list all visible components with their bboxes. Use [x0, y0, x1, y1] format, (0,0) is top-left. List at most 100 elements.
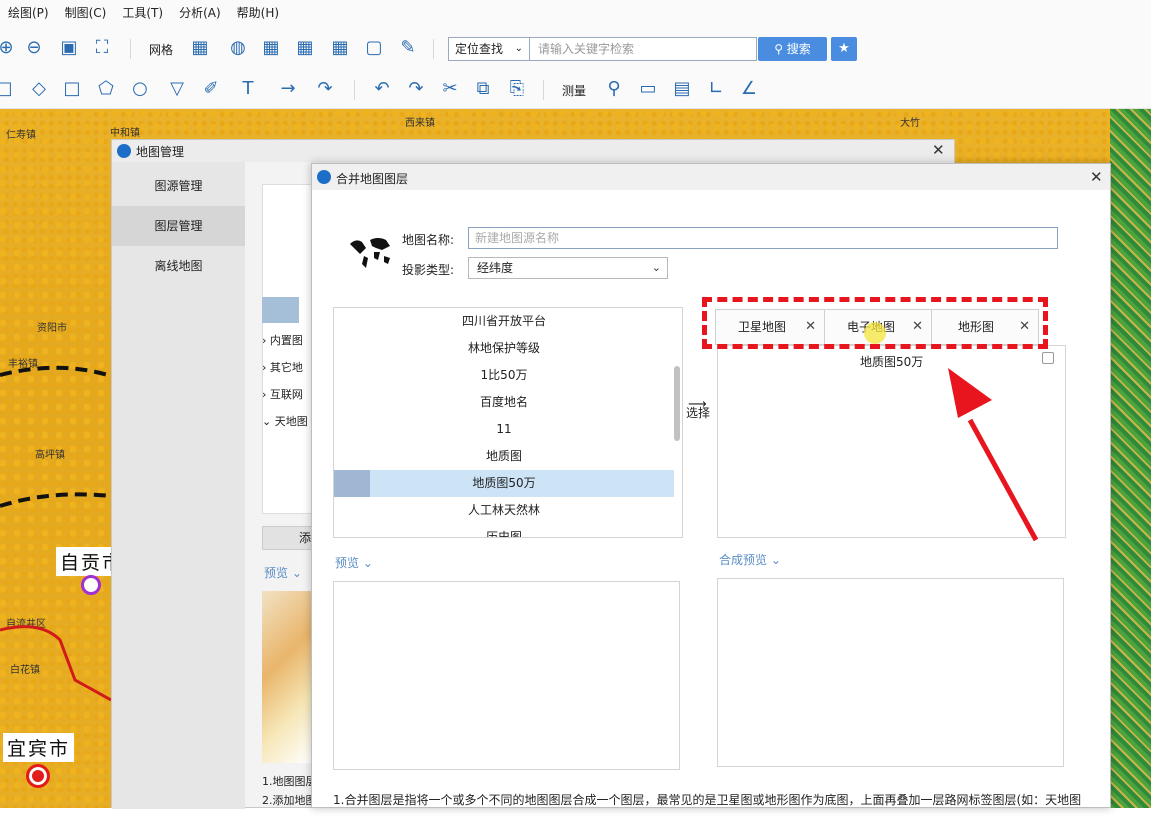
- tree-node-other[interactable]: › 其它地: [262, 359, 303, 375]
- cursor-highlight: [864, 322, 886, 344]
- menu-tools[interactable]: 工具(T): [114, 0, 171, 26]
- mgr-preview-toggle[interactable]: 预览 ⌄: [264, 564, 302, 581]
- sidebar-item-offline[interactable]: 离线地图: [112, 246, 245, 286]
- circle-icon[interactable]: ○: [128, 77, 152, 101]
- measure-area-icon[interactable]: ▤: [670, 77, 694, 101]
- add-button[interactable]: 添: [262, 526, 312, 550]
- city-marker-zigong[interactable]: [81, 575, 101, 595]
- mgrs-grid-icon[interactable]: ▦: [328, 36, 352, 60]
- list-item[interactable]: 百度地名: [334, 389, 674, 416]
- list-item[interactable]: 四川省开放平台: [334, 308, 674, 335]
- zoom-in-icon[interactable]: ⊕: [0, 36, 18, 60]
- chevron-down-icon: ⌄: [651, 261, 661, 274]
- tree-node-tianditu[interactable]: ⌄ 天地图: [262, 413, 308, 429]
- polygon-lasso-icon[interactable]: ◇: [27, 77, 51, 101]
- selection-marker: [334, 470, 370, 497]
- list-item[interactable]: 历史图: [334, 524, 674, 538]
- triangle-icon[interactable]: ▽: [165, 77, 189, 101]
- pencil-line-icon[interactable]: ✐: [199, 77, 223, 101]
- brush-icon[interactable]: ✎: [396, 36, 420, 60]
- globe-grid-icon[interactable]: ◍: [226, 36, 250, 60]
- favorite-button[interactable]: ★: [831, 37, 857, 61]
- full-screen-icon[interactable]: ⛶: [90, 36, 114, 60]
- preview-box: [333, 581, 680, 770]
- curve-icon[interactable]: ↷: [313, 77, 337, 101]
- menu-cartography[interactable]: 制图(C): [57, 0, 115, 26]
- list-item-selected[interactable]: 地质图50万: [334, 470, 674, 497]
- close-icon[interactable]: ✕: [1090, 169, 1103, 185]
- zoom-out-icon[interactable]: ⊖: [22, 36, 46, 60]
- rectangle-select-icon[interactable]: □: [0, 77, 16, 101]
- search-button-label: 搜索: [786, 42, 811, 56]
- mgr-note: 2.添加地图: [262, 794, 317, 807]
- menu-draw[interactable]: 绘图(P): [0, 0, 57, 26]
- measure-elevation-icon[interactable]: ∟: [704, 77, 728, 101]
- city-label-yibin: 宜宾市: [3, 733, 75, 762]
- list-item[interactable]: 地质图: [334, 443, 674, 470]
- mgr-preview-thumbnail: [262, 591, 312, 763]
- mgr-note: 1.地图图层: [262, 775, 317, 788]
- projection-label: 投影类型:: [402, 263, 455, 277]
- search-input[interactable]: 请输入关键字检索: [530, 37, 757, 61]
- toolbar-divider: [354, 80, 355, 100]
- list-item[interactable]: 林地保护等级: [334, 335, 674, 362]
- preview-toggle[interactable]: 预览 ⌄: [335, 554, 373, 571]
- location-pin-icon[interactable]: ⚲: [602, 77, 626, 101]
- app-logo-icon: [117, 144, 131, 158]
- tree-node-label: 其它地: [269, 361, 303, 374]
- zoom-extent-icon[interactable]: ▣: [57, 36, 81, 60]
- list-item[interactable]: 1比50万: [334, 362, 674, 389]
- list-item[interactable]: 人工林天然林: [334, 497, 674, 524]
- map-label: 西来镇: [405, 118, 435, 129]
- merged-layer-item[interactable]: 地质图50万: [860, 353, 923, 370]
- list-scrollbar[interactable]: [674, 366, 680, 441]
- preview-label: 预览: [264, 566, 289, 580]
- list-item-label: 1比50万: [480, 368, 528, 382]
- add-button-label: 添: [299, 531, 312, 545]
- layer-tree-selected-row[interactable]: [262, 297, 299, 323]
- scissors-icon[interactable]: ✂: [438, 77, 462, 101]
- close-icon[interactable]: ✕: [932, 142, 945, 158]
- paste-icon[interactable]: ⎘: [505, 77, 529, 101]
- tree-node-builtin[interactable]: › 内置图: [262, 332, 303, 348]
- locate-mode-select[interactable]: 定位查找 ⌄: [448, 37, 530, 61]
- list-item[interactable]: 11: [334, 416, 674, 443]
- measure-angle-icon[interactable]: ∠: [737, 77, 761, 101]
- folder-icon[interactable]: ▢: [362, 36, 386, 60]
- list-item-label: 四川省开放平台: [461, 314, 546, 328]
- sidebar-item-layers[interactable]: 图层管理: [112, 206, 245, 246]
- merge-dialog-titlebar: 合并地图图层 ✕: [312, 164, 1110, 190]
- menu-analysis[interactable]: 分析(A): [171, 0, 229, 26]
- app-logo-icon: [317, 170, 331, 184]
- list-item-label: 地质图50万: [472, 476, 536, 490]
- utm-grid-icon[interactable]: ▦: [293, 36, 317, 60]
- grid-icon[interactable]: ▦: [188, 36, 212, 60]
- rectangle-icon[interactable]: □: [60, 77, 84, 101]
- list-item-label: 百度地名: [479, 395, 528, 409]
- redo-icon[interactable]: ↷: [404, 77, 428, 101]
- grid-label[interactable]: 网格: [149, 41, 173, 58]
- undo-icon[interactable]: ↶: [370, 77, 394, 101]
- km-grid-icon[interactable]: ▦: [259, 36, 283, 60]
- pentagon-icon[interactable]: ⬠: [94, 77, 118, 101]
- measure-distance-icon[interactable]: ▭: [636, 77, 660, 101]
- composite-preview-toggle[interactable]: 合成预览 ⌄: [719, 551, 781, 568]
- star-icon: ★: [838, 41, 850, 56]
- projection-select[interactable]: 经纬度 ⌄: [468, 257, 668, 279]
- search-button[interactable]: ⚲ 搜索: [758, 37, 827, 61]
- text-icon[interactable]: T: [236, 77, 260, 101]
- tree-node-internet[interactable]: › 互联网: [262, 386, 303, 402]
- tree-node-label: 天地图: [274, 415, 308, 428]
- map-name-input[interactable]: 新建地图源名称: [468, 227, 1058, 249]
- sidebar-item-source[interactable]: 图源管理: [112, 166, 245, 206]
- toolbar-divider: [433, 39, 434, 59]
- city-marker-yibin[interactable]: [26, 764, 50, 788]
- measure-label[interactable]: 测量: [562, 82, 586, 99]
- projection-value: 经纬度: [477, 261, 514, 275]
- select-button[interactable]: 选择: [686, 404, 710, 421]
- list-item-label: 历史图: [485, 530, 522, 538]
- menu-help[interactable]: 帮助(H): [229, 0, 287, 26]
- arrow-icon[interactable]: →: [276, 77, 300, 101]
- copy-icon[interactable]: ⧉: [471, 77, 495, 101]
- toolbar-divider: [543, 80, 544, 100]
